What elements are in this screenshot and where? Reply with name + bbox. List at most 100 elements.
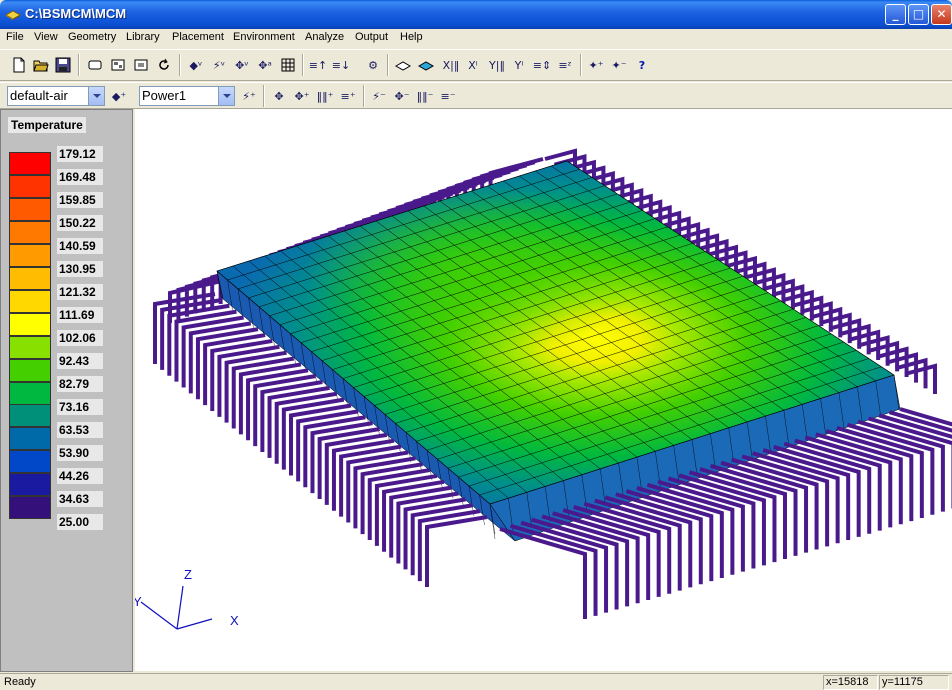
material-select[interactable]: default-air [7, 86, 105, 106]
rotate-icon[interactable] [153, 54, 175, 76]
minimize-button[interactable]: _ [885, 4, 906, 25]
xy-spread2-icon[interactable]: Xⁱ [462, 54, 484, 76]
maximize-button[interactable]: □ [908, 4, 929, 25]
legend-swatch [9, 473, 51, 497]
legend-swatch [9, 174, 51, 198]
move-plus-icon[interactable]: ✥⁺ [291, 85, 313, 107]
rows-plus-icon[interactable]: ≡⁺ [337, 85, 359, 107]
material-select-value: default-air [10, 88, 68, 103]
window-title: C:\BSMCM\MCM [25, 6, 127, 21]
move-minus-icon[interactable]: ✥⁻ [391, 85, 413, 107]
legend-value: 169.48 [57, 169, 103, 185]
columns-plus-icon[interactable]: ‖‖⁺ [314, 85, 336, 107]
add-material-icon[interactable]: ◆⁺ [108, 85, 130, 107]
y-spread-icon[interactable]: Y|‖ [486, 54, 508, 76]
align-top-icon[interactable]: ≡↑ [307, 54, 329, 76]
add-node-icon[interactable]: ✦⁺ [585, 54, 607, 76]
open-folder-icon[interactable] [30, 54, 52, 76]
status-text: Ready [4, 676, 36, 688]
layer-icon[interactable] [392, 54, 414, 76]
toolbar-separator [580, 54, 582, 76]
menu-geometry[interactable]: Geometry [68, 31, 116, 43]
legend-swatch [9, 243, 51, 267]
3d-viewport[interactable]: Z X Y [135, 109, 952, 671]
chevron-down-icon[interactable] [88, 87, 104, 105]
legend-value: 82.79 [57, 376, 103, 392]
legend-value: 121.32 [57, 284, 103, 300]
move-icon[interactable]: ✥ [268, 85, 290, 107]
legend-title: Temperature [8, 117, 86, 133]
legend-swatch [9, 289, 51, 313]
toolbar-separator [363, 85, 365, 107]
legend-value: 34.63 [57, 491, 103, 507]
toolbar-separator [302, 54, 304, 76]
chevron-down-icon[interactable] [218, 87, 234, 105]
legend-swatch [9, 358, 51, 382]
close-button[interactable]: ✕ [931, 4, 952, 25]
remove-node-icon[interactable]: ✦⁻ [608, 54, 630, 76]
legend-value: 25.00 [57, 514, 103, 530]
y-coordinate: y=11175 [879, 675, 949, 690]
legend-swatch [9, 152, 51, 175]
app-icon [5, 10, 21, 20]
new-file-icon[interactable] [8, 54, 30, 76]
component-icon[interactable] [107, 54, 129, 76]
add-power-icon[interactable]: ⚡⁺ [238, 85, 260, 107]
layer-filled-icon[interactable] [415, 54, 437, 76]
power-select[interactable]: Power1 [139, 86, 235, 106]
legend-value: 73.16 [57, 399, 103, 415]
x-coordinate: x=15818 [823, 675, 878, 690]
move-v-icon[interactable]: ✥ᵛ [231, 54, 253, 76]
menu-view[interactable]: View [34, 31, 58, 43]
help-icon[interactable]: ? [631, 54, 653, 76]
legend-swatch [9, 266, 51, 290]
legend-value: 159.85 [57, 192, 103, 208]
xy-spread-icon[interactable]: X|‖ [440, 54, 462, 76]
auto-place-icon[interactable]: ⚙ [362, 54, 384, 76]
power-v-icon[interactable]: ⚡ᵛ [208, 54, 230, 76]
toolbar-separator [263, 85, 265, 107]
columns-minus-icon[interactable]: ‖‖⁻ [414, 85, 436, 107]
board-icon[interactable] [84, 54, 106, 76]
toolbar-separator [387, 54, 389, 76]
main-toolbar: ◆ᵛ ⚡ᵛ ✥ᵛ ✥ᵃ ≡↑ ≡↓ ⚙ X|‖ Xⁱ Y|‖ Yⁱ ≡⇕ ≡ᶻ … [0, 49, 952, 81]
rows-minus-icon[interactable]: ≡⁻ [437, 85, 459, 107]
legend-swatch [9, 496, 51, 520]
distribute-z-icon[interactable]: ≡ᶻ [554, 54, 576, 76]
menu-analyze[interactable]: Analyze [305, 31, 344, 43]
legend-value: 63.53 [57, 422, 103, 438]
menu-output[interactable]: Output [355, 31, 388, 43]
power-minus-icon[interactable]: ⚡⁻ [368, 85, 390, 107]
place-v-icon[interactable]: ◆ᵛ [185, 54, 207, 76]
legend-value: 44.26 [57, 468, 103, 484]
y-axis-label: Y [135, 594, 142, 609]
z-axis-label: Z [184, 567, 192, 582]
legend-swatch [9, 312, 51, 336]
menu-file[interactable]: File [6, 31, 24, 43]
legend-swatch [9, 427, 51, 451]
menu-placement[interactable]: Placement [172, 31, 224, 43]
application-window: C:\BSMCM\MCM _ □ ✕ File View Geometry Li… [0, 0, 952, 690]
legend-swatch [9, 381, 51, 405]
legend-value: 179.12 [57, 146, 103, 162]
thermal-model: Z X Y [135, 148, 952, 630]
distribute-icon[interactable]: ≡⇕ [531, 54, 553, 76]
package-icon[interactable] [130, 54, 152, 76]
legend-swatch [9, 404, 51, 428]
toolbar-separator [179, 54, 181, 76]
align-bottom-icon[interactable]: ≡↓ [330, 54, 352, 76]
temperature-legend: Temperature 179.12 169.48 159.85 150.22 140.… [0, 109, 133, 672]
menu-help[interactable]: Help [400, 31, 423, 43]
legend-swatch [9, 335, 51, 359]
grid-icon[interactable] [277, 54, 299, 76]
save-disk-icon[interactable] [52, 54, 74, 76]
menu-environment[interactable]: Environment [233, 31, 295, 43]
y-spread2-icon[interactable]: Yⁱ [508, 54, 530, 76]
move-a-icon[interactable]: ✥ᵃ [254, 54, 276, 76]
legend-swatch [9, 220, 51, 244]
x-axis-label: X [230, 613, 239, 628]
legend-swatch [9, 450, 51, 474]
title-bar[interactable]: C:\BSMCM\MCM _ □ ✕ [0, 0, 952, 29]
menu-library[interactable]: Library [126, 31, 160, 43]
power-select-value: Power1 [142, 88, 187, 103]
